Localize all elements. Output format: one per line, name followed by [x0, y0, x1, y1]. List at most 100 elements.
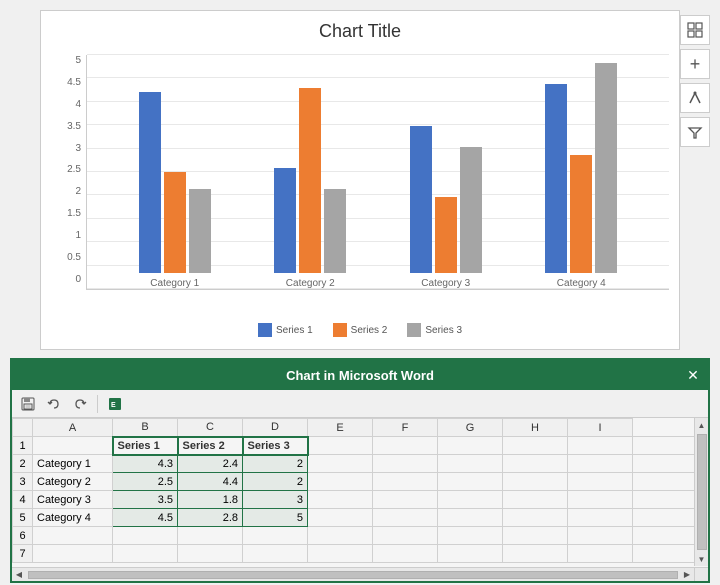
cell-r6-c1[interactable]	[113, 527, 178, 545]
cell-r1-c7[interactable]	[503, 437, 568, 455]
scroll-thumb-h[interactable]	[28, 571, 678, 579]
chart-filters-button[interactable]	[680, 117, 710, 147]
horizontal-scrollbar[interactable]: ◀ ▶	[12, 567, 694, 581]
cell-r7-c2[interactable]	[178, 545, 243, 563]
cell-r2-c6[interactable]	[438, 455, 503, 473]
cell-r5-c5[interactable]	[373, 509, 438, 527]
cell-r6-c6[interactable]	[438, 527, 503, 545]
cell-r5-c4[interactable]	[308, 509, 373, 527]
col-header-I[interactable]: I	[568, 419, 633, 437]
cell-r4-c7[interactable]	[503, 491, 568, 509]
col-header-H[interactable]: H	[503, 419, 568, 437]
cell-r7-c6[interactable]	[438, 545, 503, 563]
cell-r1-c5[interactable]	[373, 437, 438, 455]
cell-r3-c0[interactable]: Category 2	[33, 473, 113, 491]
cell-r7-c8[interactable]	[568, 545, 633, 563]
cell-r5-c2[interactable]: 2.8	[178, 509, 243, 527]
col-header-B[interactable]: B	[113, 419, 178, 437]
redo-button[interactable]	[69, 393, 91, 415]
cell-r1-c8[interactable]	[568, 437, 633, 455]
cell-r2-c5[interactable]	[373, 455, 438, 473]
cell-r4-c0[interactable]: Category 3	[33, 491, 113, 509]
cell-r1-c2[interactable]: Series 2	[178, 437, 243, 455]
col-header-C[interactable]: C	[178, 419, 243, 437]
cell-r7-c7[interactable]	[503, 545, 568, 563]
undo-button[interactable]	[43, 393, 65, 415]
row-num-4[interactable]: 4	[13, 491, 33, 509]
cell-r3-c1[interactable]: 2.5	[113, 473, 178, 491]
chart-title: Chart Title	[51, 21, 669, 42]
chart-quick-layout-button[interactable]	[680, 83, 710, 113]
cell-r3-c3[interactable]: 2	[243, 473, 308, 491]
save-button[interactable]	[17, 393, 39, 415]
cell-r3-c7[interactable]	[503, 473, 568, 491]
cell-r4-c2[interactable]: 1.8	[178, 491, 243, 509]
cell-r2-c4[interactable]	[308, 455, 373, 473]
cell-r4-c4[interactable]	[308, 491, 373, 509]
scroll-down-arrow[interactable]: ▼	[695, 552, 709, 566]
cell-r5-c6[interactable]	[438, 509, 503, 527]
scroll-up-arrow[interactable]: ▲	[695, 418, 709, 432]
cell-r3-c5[interactable]	[373, 473, 438, 491]
scroll-right-arrow[interactable]: ▶	[680, 568, 694, 582]
cell-r1-c1[interactable]: Series 1	[113, 437, 178, 455]
cell-r7-c0[interactable]	[33, 545, 113, 563]
cell-r6-c3[interactable]	[243, 527, 308, 545]
close-button[interactable]: ✕	[683, 365, 703, 385]
spreadsheet-table-wrapper[interactable]: A B C D E F G H I 1 Series 1Series 2Serie…	[12, 418, 708, 583]
chart-styles-button[interactable]: +	[680, 49, 710, 79]
cell-r3-c8[interactable]	[568, 473, 633, 491]
cell-r1-c6[interactable]	[438, 437, 503, 455]
cell-r3-c4[interactable]	[308, 473, 373, 491]
cell-r7-c5[interactable]	[373, 545, 438, 563]
cell-r3-c6[interactable]	[438, 473, 503, 491]
col-header-E[interactable]: E	[308, 419, 373, 437]
cell-r4-c6[interactable]	[438, 491, 503, 509]
col-header-F[interactable]: F	[373, 419, 438, 437]
row-num-3[interactable]: 3	[13, 473, 33, 491]
cell-r5-c1[interactable]: 4.5	[113, 509, 178, 527]
cell-r4-c3[interactable]: 3	[243, 491, 308, 509]
cell-r7-c4[interactable]	[308, 545, 373, 563]
cell-r7-c1[interactable]	[113, 545, 178, 563]
chart-elements-button[interactable]	[680, 15, 710, 45]
row-num-1[interactable]: 1	[13, 437, 33, 455]
bar-s1-cat2	[274, 168, 296, 273]
cell-r2-c2[interactable]: 2.4	[178, 455, 243, 473]
bar-s3-cat2	[324, 189, 346, 273]
col-header-A[interactable]: A	[33, 419, 113, 437]
cell-r2-c0[interactable]: Category 1	[33, 455, 113, 473]
cell-r6-c7[interactable]	[503, 527, 568, 545]
cell-r6-c5[interactable]	[373, 527, 438, 545]
row-num-5[interactable]: 5	[13, 509, 33, 527]
cell-r5-c7[interactable]	[503, 509, 568, 527]
row-num-2[interactable]: 2	[13, 455, 33, 473]
row-num-7[interactable]: 7	[13, 545, 33, 563]
col-header-G[interactable]: G	[438, 419, 503, 437]
cell-r2-c3[interactable]: 2	[243, 455, 308, 473]
row-num-6[interactable]: 6	[13, 527, 33, 545]
cell-r4-c1[interactable]: 3.5	[113, 491, 178, 509]
col-header-D[interactable]: D	[243, 419, 308, 437]
cell-r5-c8[interactable]	[568, 509, 633, 527]
excel-button[interactable]: E	[104, 393, 126, 415]
cell-r6-c2[interactable]	[178, 527, 243, 545]
cell-r2-c7[interactable]	[503, 455, 568, 473]
scroll-thumb-v[interactable]	[697, 434, 707, 550]
cell-r5-c0[interactable]: Category 4	[33, 509, 113, 527]
cell-r2-c8[interactable]	[568, 455, 633, 473]
cell-r6-c0[interactable]	[33, 527, 113, 545]
cell-r3-c2[interactable]: 4.4	[178, 473, 243, 491]
vertical-scrollbar[interactable]: ▲ ▼	[694, 418, 708, 566]
scroll-left-arrow[interactable]: ◀	[12, 568, 26, 582]
cell-r4-c5[interactable]	[373, 491, 438, 509]
cell-r7-c3[interactable]	[243, 545, 308, 563]
cell-r1-c3[interactable]: Series 3	[243, 437, 308, 455]
cell-r1-c4[interactable]	[308, 437, 373, 455]
cell-r4-c8[interactable]	[568, 491, 633, 509]
cell-r1-c0[interactable]	[33, 437, 113, 455]
cell-r5-c3[interactable]: 5	[243, 509, 308, 527]
cell-r6-c4[interactable]	[308, 527, 373, 545]
cell-r6-c8[interactable]	[568, 527, 633, 545]
cell-r2-c1[interactable]: 4.3	[113, 455, 178, 473]
